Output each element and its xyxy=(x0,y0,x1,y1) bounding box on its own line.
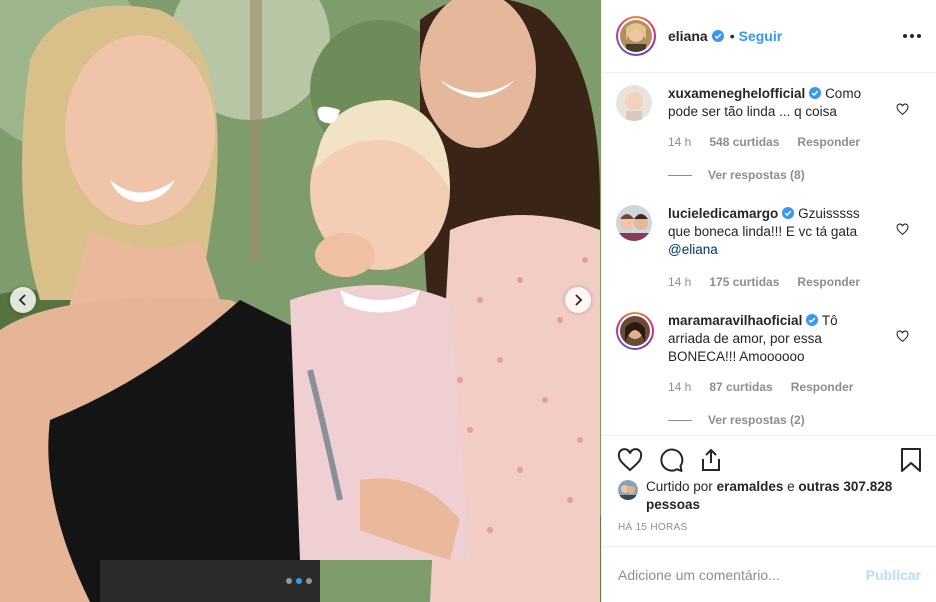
comment-avatar[interactable] xyxy=(616,205,652,241)
carousel-next-button[interactable] xyxy=(565,287,591,313)
comment-reply-button[interactable]: Responder xyxy=(791,380,854,394)
verified-badge-icon xyxy=(806,314,819,326)
comment-time: 14 h xyxy=(668,275,692,289)
post-photo[interactable] xyxy=(0,0,601,602)
more-options-button[interactable] xyxy=(903,28,921,44)
view-replies-label: Ver respostas (8) xyxy=(708,168,805,182)
carousel-dot-active xyxy=(296,578,302,584)
view-replies-button[interactable]: Ver respostas (8) xyxy=(668,168,805,182)
likes-summary: Curtido por eramaldes e outras 307.828 p… xyxy=(618,478,918,514)
chevron-left-icon xyxy=(18,294,26,306)
heart-icon[interactable] xyxy=(616,446,644,474)
carousel-prev-button[interactable] xyxy=(10,287,36,313)
comment-time: 14 h xyxy=(668,135,692,149)
comment-like-heart-icon[interactable] xyxy=(896,330,909,343)
comment-mention-link[interactable]: @eliana xyxy=(668,242,718,257)
likes-prefix: Curtido por xyxy=(646,479,713,494)
comment-likes[interactable]: 548 curtidas xyxy=(709,135,779,149)
story-ring[interactable] xyxy=(616,16,656,56)
share-icon[interactable] xyxy=(697,446,725,474)
comment-meta: 14 h 175 curtidas Responder xyxy=(668,275,860,289)
header-separator: • xyxy=(729,28,735,44)
comment-meta: 14 h 87 curtidas Responder xyxy=(668,380,853,394)
chevron-right-icon xyxy=(575,294,583,306)
comment-reply-button[interactable]: Responder xyxy=(797,135,860,149)
post-header: eliana • Seguir xyxy=(602,0,936,73)
publish-button[interactable]: Publicar xyxy=(866,567,921,583)
avatar xyxy=(620,20,652,52)
verified-badge-icon xyxy=(809,87,822,99)
comment-text: lucieledicamargo Gzuisssss que boneca li… xyxy=(668,205,868,259)
comment-like-heart-icon[interactable] xyxy=(896,103,909,116)
comment-username[interactable]: xuxameneghelofficial xyxy=(668,86,805,101)
carousel-dot xyxy=(306,578,312,584)
verified-badge-icon xyxy=(711,30,724,42)
post-sidebar: eliana • Seguir xuxameneghelofficial Com… xyxy=(601,0,936,602)
view-replies-label: Ver respostas (2) xyxy=(708,413,805,427)
bookmark-icon[interactable] xyxy=(897,446,925,474)
post-timestamp[interactable]: HÁ 15 HORAS xyxy=(618,522,687,533)
verified-badge-icon xyxy=(782,207,795,219)
post-image xyxy=(0,0,601,602)
carousel-indicator xyxy=(286,578,312,584)
comment-input[interactable] xyxy=(618,565,848,585)
comment-meta: 14 h 548 curtidas Responder xyxy=(668,135,860,149)
comment-likes[interactable]: 87 curtidas xyxy=(709,380,772,394)
comments-list[interactable]: xuxameneghelofficial Como pode ser tão l… xyxy=(602,73,936,435)
comment-text: xuxameneghelofficial Como pode ser tão l… xyxy=(668,85,868,121)
comment-avatar[interactable] xyxy=(616,85,652,121)
author-username[interactable]: eliana xyxy=(668,28,708,44)
comment-like-heart-icon[interactable] xyxy=(896,223,909,236)
view-replies-button[interactable]: Ver respostas (2) xyxy=(668,413,805,427)
comment-username[interactable]: maramaravilhaoficial xyxy=(668,313,802,328)
comment-icon[interactable] xyxy=(657,446,685,474)
carousel-dot xyxy=(286,578,292,584)
add-comment-bar: Publicar xyxy=(602,546,936,602)
liker-avatar[interactable] xyxy=(618,480,638,500)
likes-text: Curtido por eramaldes e outras 307.828 p… xyxy=(646,478,918,514)
comment-username[interactable]: lucieledicamargo xyxy=(668,206,778,221)
comment-text: maramaravilhaoficial Tô arriada de amor,… xyxy=(668,312,868,366)
comment-avatar[interactable] xyxy=(616,312,654,350)
likes-connector: e xyxy=(787,479,795,494)
liker-username[interactable]: eramaldes xyxy=(717,479,784,494)
more-horizontal-icon xyxy=(903,34,907,38)
comment-reply-button[interactable]: Responder xyxy=(797,275,860,289)
follow-button[interactable]: Seguir xyxy=(739,28,783,44)
comment-time: 14 h xyxy=(668,380,692,394)
comment-likes[interactable]: 175 curtidas xyxy=(709,275,779,289)
